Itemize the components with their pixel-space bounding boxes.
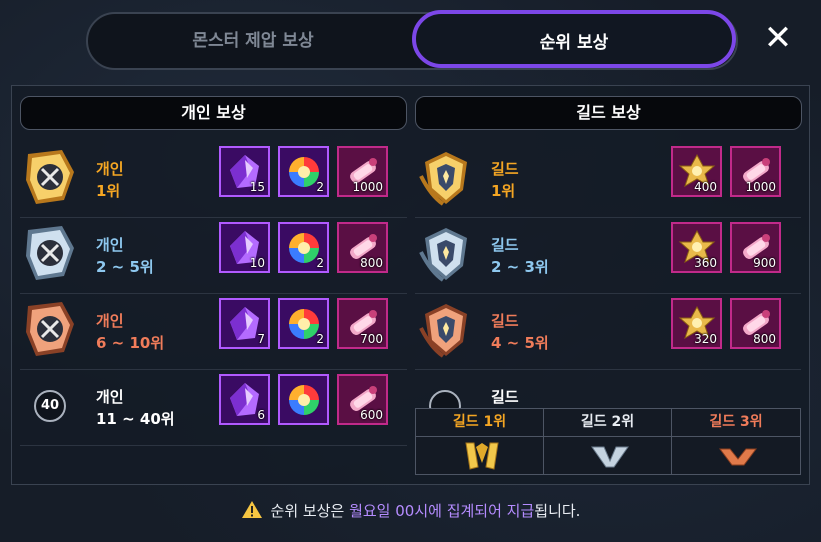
rank-range-label: 4 ~ 5위 xyxy=(491,334,549,352)
notice-prefix: 순위 보상은 xyxy=(270,502,350,520)
reward-type-label: 개인 xyxy=(96,312,124,330)
rank-emblem xyxy=(22,222,80,286)
rank-emblem xyxy=(417,222,475,286)
personal-reward-row: 개인 6 ~ 10위 7 2 700 xyxy=(20,294,407,370)
payout-notice: 순위 보상은 월요일 00시에 집계되어 지급됩니다. xyxy=(0,500,821,521)
item-quantity: 7 xyxy=(257,332,265,346)
legend-label: 길드 3위 xyxy=(672,409,800,437)
item-quantity: 1000 xyxy=(745,180,776,194)
item-quantity: 400 xyxy=(694,180,717,194)
rank-range-label: 6 ~ 10위 xyxy=(96,334,165,352)
guild-reward-row: 길드 4 ~ 5위 320 800 xyxy=(415,294,801,370)
legend-label: 길드 1위 xyxy=(416,409,543,437)
reward-item-slot[interactable]: 15 xyxy=(219,146,270,197)
reward-item-slot[interactable]: 2 xyxy=(278,298,329,349)
item-quantity: 800 xyxy=(360,256,383,270)
item-quantity: 800 xyxy=(753,332,776,346)
bronze-rank-emblem-icon xyxy=(419,304,467,358)
reward-item-slot[interactable]: 1000 xyxy=(730,146,781,197)
item-quantity: 2 xyxy=(316,180,324,194)
item-quantity: 15 xyxy=(249,180,265,194)
reward-item-slot[interactable] xyxy=(278,374,329,425)
rank-range-label: 1위 xyxy=(491,182,516,200)
reward-type-label: 길드 xyxy=(491,312,519,330)
close-icon[interactable]: ✕ xyxy=(760,20,796,56)
rank-emblem xyxy=(417,298,475,362)
reward-item-slot[interactable]: 900 xyxy=(730,222,781,273)
legend-guild-2: 길드 2위 xyxy=(544,409,672,474)
rank-range-label: 1위 xyxy=(96,182,121,200)
reward-type-label: 개인 xyxy=(96,236,124,254)
reward-item-slot[interactable]: 600 xyxy=(337,374,388,425)
personal-reward-header: 개인 보상 xyxy=(20,96,407,130)
reward-item-slot[interactable]: 7 xyxy=(219,298,270,349)
item-quantity: 10 xyxy=(249,256,265,270)
reward-item-slot[interactable]: 2 xyxy=(278,146,329,197)
reward-type-label: 개인 xyxy=(96,160,124,178)
silver-rank-emblem-icon xyxy=(26,226,74,280)
notice-highlight: 월요일 00시에 집계되어 지급 xyxy=(349,502,535,520)
item-quantity: 360 xyxy=(694,256,717,270)
reward-type-label: 길드 xyxy=(491,388,519,406)
silver-rank-emblem-icon xyxy=(419,228,467,282)
reward-item-slot[interactable]: 800 xyxy=(730,298,781,349)
rank-range-label: 2 ~ 3위 xyxy=(491,258,549,276)
reward-item-slot[interactable]: 2 xyxy=(278,222,329,273)
item-quantity: 700 xyxy=(360,332,383,346)
reward-item-slot[interactable]: 320 xyxy=(671,298,722,349)
item-quantity: 6 xyxy=(257,408,265,422)
rainbow-orb-icon xyxy=(289,385,319,415)
bronze-rank-emblem-icon xyxy=(26,302,74,356)
bronze-chevron-icon xyxy=(719,448,757,466)
gold-rank-emblem-icon xyxy=(419,152,467,206)
reward-item-slot[interactable]: 800 xyxy=(337,222,388,273)
item-quantity: 600 xyxy=(360,408,383,422)
legend-label: 길드 2위 xyxy=(544,409,671,437)
gold-chevron-icon xyxy=(465,442,499,470)
gold-rank-emblem-icon xyxy=(26,150,74,204)
item-quantity: 900 xyxy=(753,256,776,270)
warning-icon xyxy=(241,501,262,518)
reward-item-slot[interactable]: 360 xyxy=(671,222,722,273)
personal-reward-row: 40 개인 11 ~ 40위 6 600 xyxy=(20,370,407,446)
rank-emblem xyxy=(22,298,80,362)
legend-guild-3: 길드 3위 xyxy=(672,409,800,474)
item-quantity: 2 xyxy=(316,332,324,346)
rank-number-badge: 40 xyxy=(34,390,66,422)
guild-reward-row: 길드 1위 400 1000 xyxy=(415,142,801,218)
guild-rank-legend: 길드 1위 길드 2위 길드 3위 xyxy=(415,408,801,475)
reward-item-slot[interactable]: 6 xyxy=(219,374,270,425)
guild-reward-header: 길드 보상 xyxy=(415,96,802,130)
tab-rank-reward[interactable]: 순위 보상 xyxy=(412,10,736,68)
reward-type-label: 길드 xyxy=(491,160,519,178)
personal-reward-row: 개인 2 ~ 5위 10 2 800 xyxy=(20,218,407,294)
item-quantity: 2 xyxy=(316,256,324,270)
tab-monster-reward[interactable]: 몬스터 제압 보상 xyxy=(108,14,398,68)
reward-item-slot[interactable]: 1000 xyxy=(337,146,388,197)
legend-guild-1: 길드 1위 xyxy=(416,409,544,474)
rank-emblem xyxy=(22,146,80,210)
reward-item-slot[interactable]: 700 xyxy=(337,298,388,349)
item-quantity: 320 xyxy=(694,332,717,346)
rank-range-label: 11 ~ 40위 xyxy=(96,410,175,428)
item-quantity: 1000 xyxy=(352,180,383,194)
reward-item-slot[interactable]: 10 xyxy=(219,222,270,273)
notice-suffix: 됩니다. xyxy=(534,502,581,520)
reward-type-label: 개인 xyxy=(96,388,124,406)
reward-type-label: 길드 xyxy=(491,236,519,254)
silver-chevron-icon xyxy=(591,446,629,468)
reward-item-slot[interactable]: 400 xyxy=(671,146,722,197)
personal-reward-row: 개인 1위 15 2 1000 xyxy=(20,142,407,218)
rank-emblem xyxy=(417,146,475,210)
tab-bar: 몬스터 제압 보상 순위 보상 xyxy=(86,10,738,70)
guild-reward-row: 길드 2 ~ 3위 360 900 xyxy=(415,218,801,294)
rank-range-label: 2 ~ 5위 xyxy=(96,258,154,276)
